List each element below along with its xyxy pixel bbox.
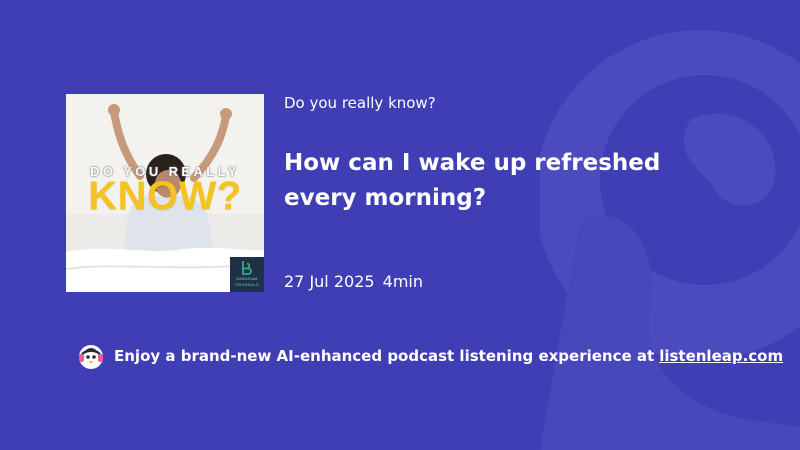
babagam-originals-badge: BABAGAM ORIGINALS [230,257,264,292]
promo-text: Enjoy a brand-new AI-enhanced podcast li… [114,347,655,365]
brand-text-line-1: BABAGAM [236,276,258,281]
podcast-show-name[interactable]: Do you really know? [284,94,436,112]
episode-date: 27 Jul 2025 [284,272,375,291]
penguin-headphones-icon [79,345,103,369]
brand-text-line-2: ORIGINALS [235,281,259,287]
listenleap-link[interactable]: listenleap.com [659,347,783,365]
episode-duration: 4min [382,272,424,291]
promo-banner: Enjoy a brand-new AI-enhanced podcast li… [76,341,783,371]
podcast-cover-art[interactable]: DO YOU REALLY KNOW? BABAGAM ORIGINALS [66,94,264,292]
cover-title-line-2: KNOW? [88,174,242,218]
episode-meta: 27 Jul 2025 4min [284,272,423,291]
background-logo-watermark [540,30,800,450]
babagam-logo-icon [242,261,252,275]
episode-title[interactable]: How can I wake up refreshed every mornin… [284,146,704,216]
